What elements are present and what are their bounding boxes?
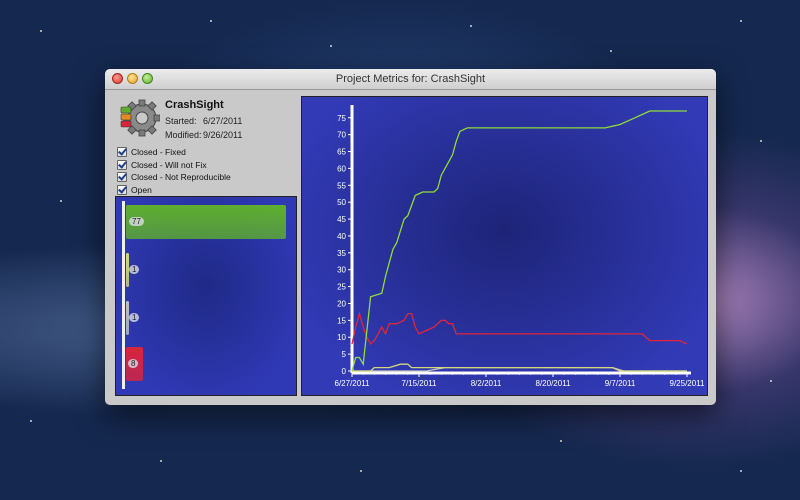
project-metrics-window: Project Metrics for: CrashSight CrashSig… — [105, 69, 716, 405]
summary-bar — [126, 205, 286, 239]
star — [770, 380, 772, 382]
checkbox[interactable] — [117, 159, 127, 170]
series-line — [351, 110, 687, 372]
y-tick-label: 60 — [337, 164, 346, 173]
title-bar[interactable]: Project Metrics for: CrashSight — [105, 69, 716, 90]
issues-over-time-chart: 0 5 10 15 20 25 30 35 40 45 50 55 60 65 70 75 6/27/2011 7… — [301, 96, 708, 396]
y-tick-label: 25 — [337, 283, 346, 292]
window-title: Project Metrics for: CrashSight — [335, 73, 486, 85]
star — [210, 20, 212, 22]
status-filters: Closed - Fixed Closed - Will not Fix Clo… — [117, 146, 231, 196]
checkbox[interactable] — [117, 147, 127, 158]
app-gear-icon — [120, 99, 160, 137]
y-tick-label: 45 — [337, 215, 346, 224]
x-tick-label: 8/20/2011 — [536, 379, 572, 388]
star — [60, 200, 62, 202]
filter-label: Open — [131, 184, 152, 195]
checkbox[interactable] — [117, 172, 127, 183]
bar-chart-axis — [122, 201, 125, 389]
y-tick-label: 40 — [337, 232, 346, 241]
y-tick-label: 20 — [337, 299, 346, 308]
started-label: Started: — [165, 116, 197, 126]
star — [160, 460, 162, 462]
star — [360, 470, 362, 472]
y-tick-label: 15 — [337, 316, 346, 325]
filter-label: Closed - Fixed — [131, 147, 186, 158]
filter-closed-not-reproducible[interactable]: Closed - Not Reproducible — [117, 171, 231, 184]
x-tick-label: 9/25/2011 — [670, 379, 706, 388]
project-name: CrashSight — [165, 99, 224, 111]
star — [30, 420, 32, 422]
filter-closed-will-not-fix[interactable]: Closed - Will not Fix — [117, 159, 231, 172]
y-tick-label: 55 — [337, 181, 346, 190]
y-tick-label: 75 — [337, 114, 346, 123]
filter-open[interactable]: Open — [117, 184, 231, 197]
y-tick-label: 30 — [337, 266, 346, 275]
series-line — [352, 363, 687, 372]
filter-label: Closed - Will not Fix — [131, 159, 207, 170]
star — [740, 20, 742, 22]
x-tick-label: 8/2/2011 — [471, 379, 502, 388]
star — [330, 45, 332, 47]
y-tick-label: 10 — [337, 333, 346, 342]
y-tick-label: 5 — [342, 350, 347, 359]
line-chart-svg: 0 5 10 15 20 25 30 35 40 45 50 55 60 65 70 75 6/27/2011 7… — [335, 105, 706, 388]
filter-label: Closed - Not Reproducible — [131, 172, 231, 183]
y-tick-label: 0 — [342, 367, 347, 376]
filter-closed-fixed[interactable]: Closed - Fixed — [117, 146, 231, 159]
x-tick-label: 7/15/2011 — [402, 379, 438, 388]
star — [560, 440, 562, 442]
star — [40, 30, 42, 32]
summary-bar-label: 1 — [129, 265, 140, 274]
series-line — [351, 311, 688, 346]
modified-label: Modified: — [165, 130, 202, 140]
y-tick-label: 65 — [337, 148, 346, 157]
star — [760, 140, 762, 142]
x-tick-label: 9/7/2011 — [605, 379, 636, 388]
checkbox[interactable] — [117, 184, 127, 195]
started-date: 6/27/2011 — [203, 116, 243, 126]
star — [740, 470, 742, 472]
summary-bar-label: 77 — [129, 217, 144, 226]
y-tick-label: 70 — [337, 131, 346, 140]
status-summary-bar-chart: 77 1 1 8 — [115, 196, 297, 396]
y-tick-label: 35 — [337, 249, 346, 258]
modified-date: 9/26/2011 — [203, 130, 243, 140]
y-tick-label: 50 — [337, 198, 346, 207]
x-tick-label: 6/27/2011 — [335, 379, 371, 388]
star — [610, 50, 612, 52]
star — [470, 25, 472, 27]
summary-bar-label: 1 — [129, 313, 140, 322]
